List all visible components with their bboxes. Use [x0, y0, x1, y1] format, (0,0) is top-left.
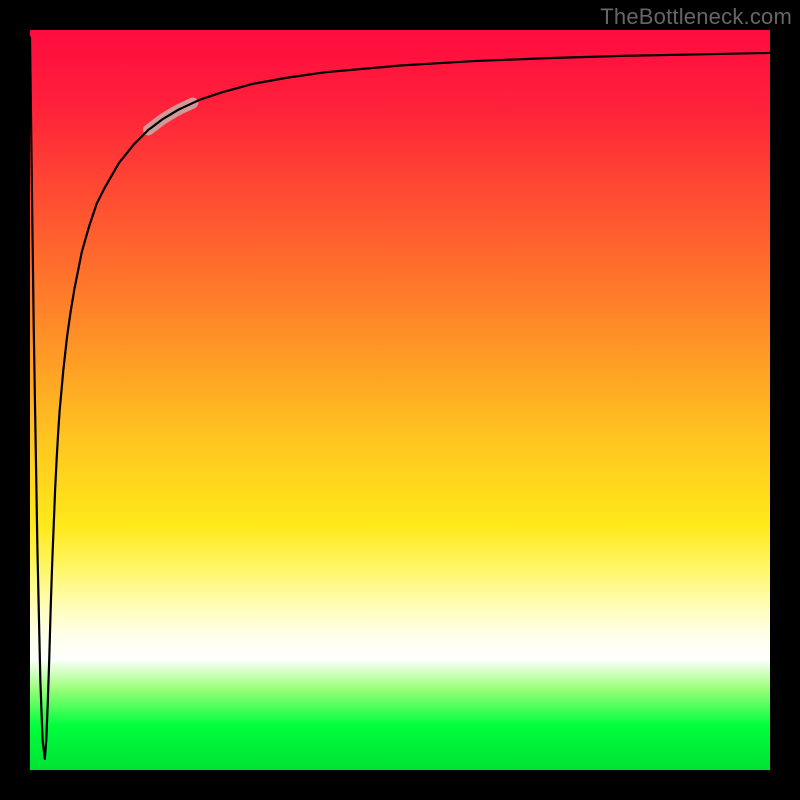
- plot-area: [30, 30, 770, 770]
- curve-layer: [30, 30, 770, 770]
- watermark-label: TheBottleneck.com: [600, 4, 792, 30]
- bottleneck-curve: [30, 37, 770, 759]
- chart-canvas: TheBottleneck.com: [0, 0, 800, 800]
